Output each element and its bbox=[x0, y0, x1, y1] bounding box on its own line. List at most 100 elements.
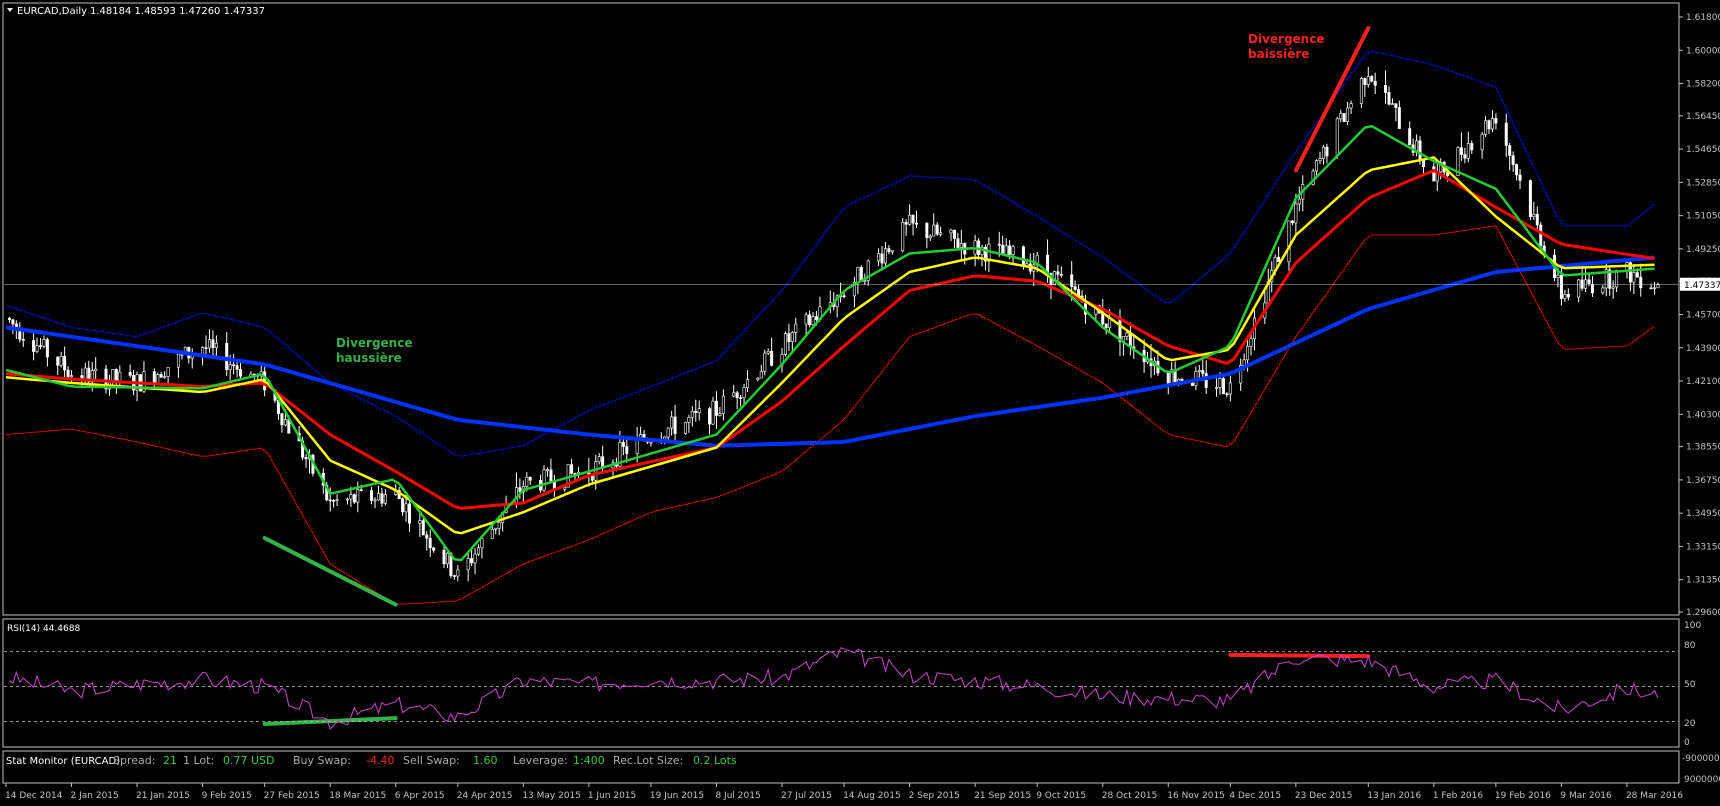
candle-bear bbox=[7, 317, 11, 321]
candle-bear bbox=[1166, 372, 1170, 385]
candle-bear bbox=[332, 500, 336, 502]
candle-bull bbox=[111, 369, 115, 382]
sell-swap-value: 1.60 bbox=[473, 754, 498, 767]
candle-bull bbox=[383, 494, 387, 504]
candle-bull bbox=[783, 333, 787, 355]
lot-size-label: Rec.Lot Size: bbox=[613, 754, 683, 767]
candle-bear bbox=[625, 446, 629, 454]
price-tick-label: 1.40300 bbox=[1686, 410, 1720, 420]
candle-bull bbox=[1490, 118, 1494, 130]
candle-bull bbox=[804, 314, 808, 325]
candle-bull bbox=[373, 499, 377, 502]
time-tick-label: 21 Sep 2015 bbox=[974, 791, 1031, 801]
candle-bear bbox=[421, 520, 425, 536]
candle-bull bbox=[70, 375, 74, 378]
lot-value: 0.77 USD bbox=[223, 754, 275, 767]
time-tick-label: 19 Feb 2016 bbox=[1495, 791, 1551, 801]
candle-bear bbox=[128, 371, 132, 376]
rsi-level-20: 20 bbox=[1684, 719, 1696, 729]
price-axis: 1.61800 1.60000 1.58200 1.56450 1.54650 1.528… bbox=[1679, 13, 1720, 618]
candle-bear bbox=[428, 537, 432, 549]
candle-bear bbox=[38, 345, 42, 347]
candle-bull bbox=[1242, 359, 1246, 366]
candle-bull bbox=[356, 489, 360, 503]
candle-bear bbox=[714, 400, 718, 416]
candle-bull bbox=[1480, 134, 1484, 151]
rsi-level-80: 80 bbox=[1684, 641, 1696, 651]
candle-bull bbox=[756, 377, 760, 380]
candle-bear bbox=[1221, 378, 1225, 395]
candle-bear bbox=[739, 397, 743, 399]
candle-bear bbox=[1394, 103, 1398, 108]
candle-bull bbox=[466, 558, 470, 571]
candle-bull bbox=[480, 538, 484, 549]
candle-bear bbox=[935, 224, 939, 235]
candle-bear bbox=[1459, 147, 1463, 155]
candle-bull bbox=[563, 486, 567, 490]
moving-averages bbox=[5, 124, 1655, 562]
candle-bear bbox=[1021, 246, 1025, 266]
candle-bear bbox=[956, 238, 960, 248]
candle-bear bbox=[239, 369, 243, 377]
candle-bull bbox=[1656, 284, 1660, 289]
price-panel-border bbox=[2, 2, 1680, 616]
bear-divergence-label-1: Divergence bbox=[1248, 32, 1324, 46]
candle-bull bbox=[42, 339, 46, 347]
candle-bear bbox=[1325, 146, 1329, 157]
time-tick-label: 1 Feb 2016 bbox=[1433, 791, 1484, 801]
price-tick-label: 1.45700 bbox=[1686, 311, 1720, 321]
candle-bull bbox=[494, 527, 498, 530]
time-tick-label: 14 Dec 2014 bbox=[5, 791, 63, 801]
candle-bear bbox=[570, 464, 574, 474]
candle-bear bbox=[1373, 80, 1377, 86]
candle-bull bbox=[1215, 387, 1219, 389]
bollinger-bands bbox=[5, 50, 1655, 605]
candle-bull bbox=[1556, 274, 1560, 278]
candle-bull bbox=[418, 520, 422, 524]
candle-bear bbox=[328, 499, 332, 502]
candle-bull bbox=[670, 416, 674, 429]
candle-bull bbox=[83, 367, 87, 380]
candle-bear bbox=[1387, 92, 1391, 105]
rsi-line bbox=[9, 647, 1659, 730]
candle-bull bbox=[1349, 103, 1353, 109]
candle-bull bbox=[1601, 287, 1605, 294]
candle-bear bbox=[1201, 370, 1205, 374]
spread-value: 21 bbox=[163, 754, 177, 767]
candle-bear bbox=[1508, 145, 1512, 156]
menu-arrow-icon[interactable] bbox=[7, 8, 13, 12]
candle-bear bbox=[204, 347, 208, 349]
price-chart-svg: EURCAD,Daily 1.48184 1.48593 1.47260 1.4… bbox=[2, 2, 1720, 801]
price-tick-label: 1.33150 bbox=[1686, 542, 1720, 552]
candle-bull bbox=[683, 422, 687, 434]
candle-bull bbox=[228, 364, 232, 370]
candle-bull bbox=[542, 469, 546, 491]
buy-swap-label: Buy Swap: bbox=[293, 754, 351, 767]
candle-bull bbox=[883, 248, 887, 264]
candle-bear bbox=[114, 369, 118, 382]
candle-bear bbox=[673, 416, 677, 434]
candle-bull bbox=[811, 316, 815, 326]
candle-bull bbox=[759, 371, 763, 379]
candle-bear bbox=[232, 364, 236, 367]
candle-bear bbox=[887, 248, 891, 253]
candle-bear bbox=[997, 243, 1001, 246]
candle-bear bbox=[1566, 294, 1570, 298]
current-price-label: 1.47337 bbox=[1684, 281, 1720, 291]
candle-bull bbox=[742, 387, 746, 399]
candle-bull bbox=[1532, 213, 1536, 218]
candle-bull bbox=[766, 350, 770, 354]
candle-bear bbox=[914, 222, 918, 225]
time-tick-label: 13 May 2015 bbox=[522, 791, 581, 801]
candle-bear bbox=[1487, 120, 1491, 130]
candle-bear bbox=[1463, 154, 1467, 159]
candle-bull bbox=[1339, 113, 1343, 120]
lot-size-value: 0.2 Lots bbox=[693, 754, 737, 767]
candle-bull bbox=[1246, 345, 1250, 361]
candle-bull bbox=[928, 235, 932, 239]
candle-bear bbox=[45, 339, 49, 358]
candle-bull bbox=[690, 410, 694, 418]
candle-bull bbox=[649, 441, 653, 444]
candle-bull bbox=[525, 476, 529, 487]
candle-bear bbox=[808, 314, 812, 326]
